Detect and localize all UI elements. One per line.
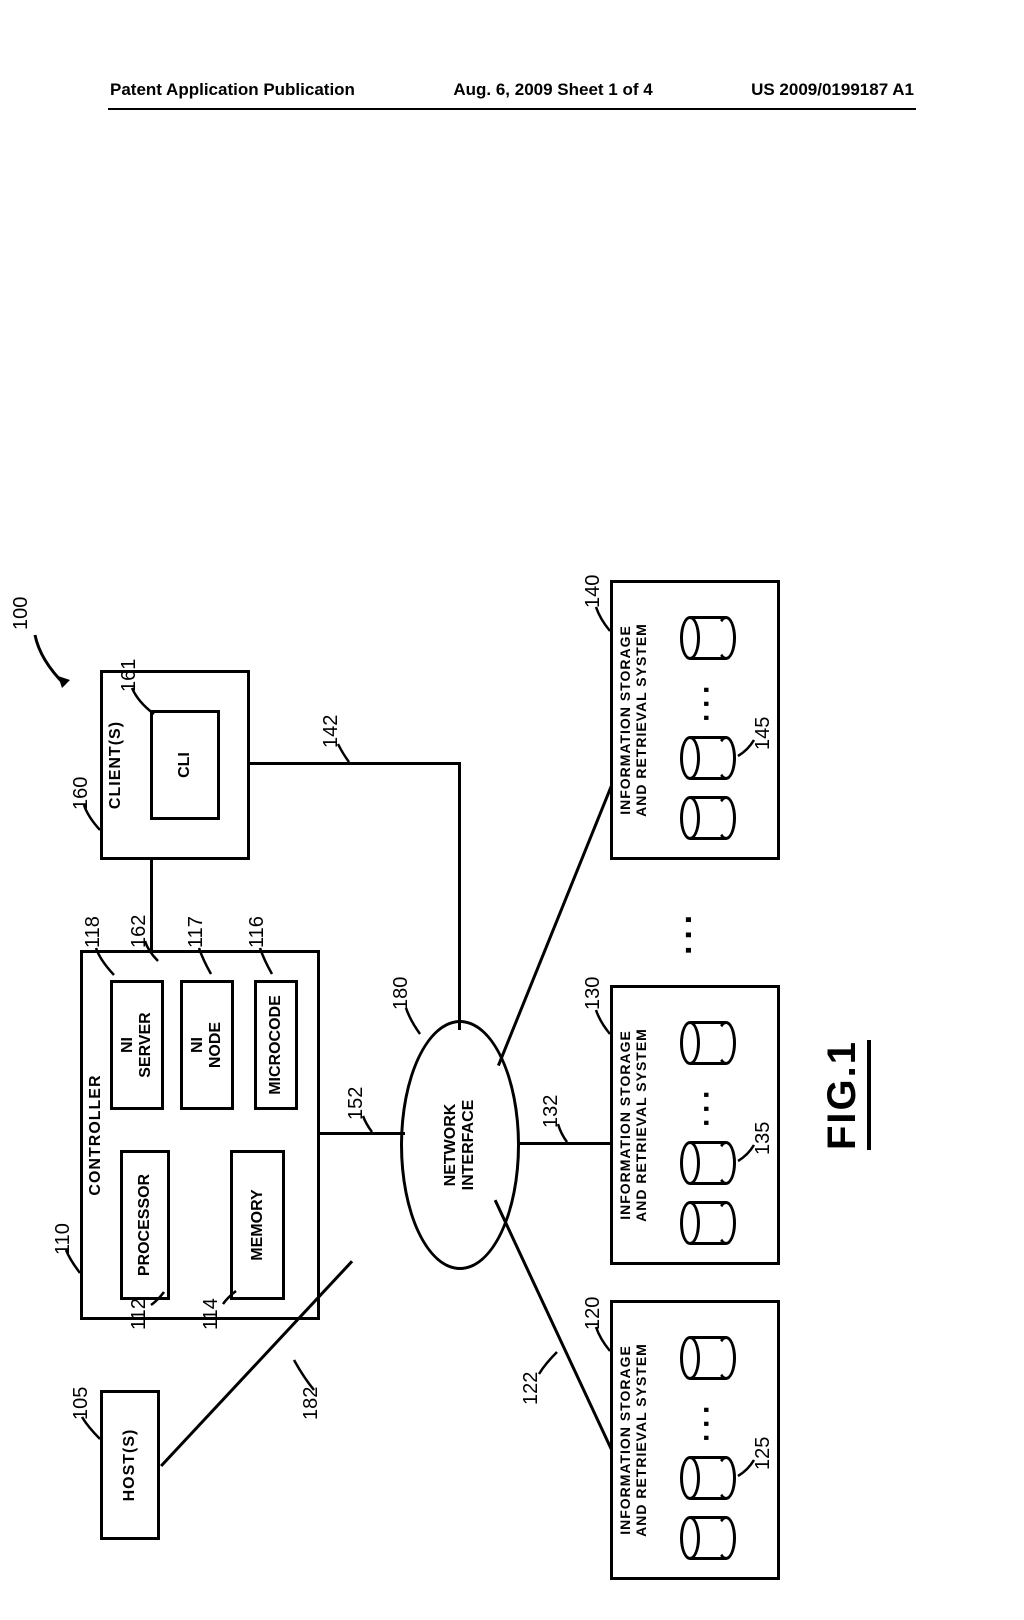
header-right: US 2009/0199187 A1 <box>751 80 914 100</box>
storage-140-cyl-2 <box>680 736 736 780</box>
ref-132-lead <box>555 1120 571 1146</box>
ref-117-lead <box>195 942 215 978</box>
link-142-h <box>458 762 461 1030</box>
storage-120-cyl-3 <box>680 1336 736 1380</box>
ni-node-box: NI NODE <box>180 980 234 1110</box>
ref-140-lead <box>592 601 614 635</box>
ref-180-lead <box>402 1002 424 1038</box>
ref-112-lead <box>148 1288 168 1308</box>
ref-160-lead <box>80 799 104 835</box>
ref-130-lead <box>592 1004 614 1038</box>
ref-145-lead <box>734 732 756 760</box>
ref-118-lead <box>92 942 118 980</box>
storage-120-label: INFORMATION STORAGE AND RETRIEVAL SYSTEM <box>613 1303 649 1577</box>
ref-135-lead <box>734 1137 756 1165</box>
storage-mid-dots: ··· <box>670 909 709 955</box>
figure-canvas-wrap: 100 HOST(S) 105 CONTROLLER 110 PROCESSOR… <box>50 160 970 1240</box>
storage-120-dots: ··· <box>690 1400 724 1442</box>
network-interface-label: NETWORK INTERFACE <box>442 1100 477 1191</box>
processor-label: PROCESSOR <box>136 1174 154 1276</box>
ni-node-label: NI NODE <box>189 1022 224 1068</box>
memory-label: MEMORY <box>249 1189 267 1260</box>
header-rule <box>108 108 916 110</box>
ref-100: 100 <box>10 597 33 630</box>
host-label: HOST(S) <box>121 1429 139 1502</box>
ref-182-lead <box>290 1354 320 1394</box>
ref-116-lead <box>256 942 276 978</box>
figure-canvas: 100 HOST(S) 105 CONTROLLER 110 PROCESSOR… <box>0 540 890 1620</box>
storage-130-cyl-2 <box>680 1141 736 1185</box>
memory-box: MEMORY <box>230 1150 285 1300</box>
header-left: Patent Application Publication <box>110 80 355 100</box>
controller-label: CONTROLLER <box>83 953 105 1317</box>
microcode-label: MICROCODE <box>267 995 285 1095</box>
header-center: Aug. 6, 2009 Sheet 1 of 4 <box>453 80 652 100</box>
microcode-box: MICROCODE <box>254 980 298 1110</box>
storage-130-label: INFORMATION STORAGE AND RETRIEVAL SYSTEM <box>613 988 649 1262</box>
storage-140-cyl-1 <box>680 796 736 840</box>
storage-120-cyl-1 <box>680 1516 736 1560</box>
ref-125-lead <box>734 1452 756 1480</box>
ref-161-lead <box>128 682 158 718</box>
processor-box: PROCESSOR <box>120 1150 170 1300</box>
cli-label: CLI <box>176 752 194 778</box>
ref-120-lead <box>592 1321 614 1355</box>
storage-140-cyl-3 <box>680 616 736 660</box>
ni-server-box: NI SERVER <box>110 980 164 1110</box>
page-header: Patent Application Publication Aug. 6, 2… <box>0 80 1024 100</box>
storage-130-cyl-3 <box>680 1021 736 1065</box>
storage-120-cyl-2 <box>680 1456 736 1500</box>
storage-130-dots: ··· <box>690 1085 724 1127</box>
ref-110-lead <box>62 1242 84 1278</box>
figure-label: FIG.1 <box>820 1040 871 1150</box>
cli-box: CLI <box>150 710 220 820</box>
link-162 <box>150 860 153 950</box>
client-label: CLIENT(S) <box>103 673 125 857</box>
ref-105-lead <box>78 1405 104 1445</box>
host-box: HOST(S) <box>100 1390 160 1540</box>
storage-140-label: INFORMATION STORAGE AND RETRIEVAL SYSTEM <box>613 583 649 857</box>
storage-130-cyl-1 <box>680 1201 736 1245</box>
ref-100-arrow <box>30 630 70 690</box>
ref-142-lead <box>335 740 353 766</box>
ref-152-lead <box>360 1112 376 1136</box>
ni-server-label: NI SERVER <box>119 1012 154 1078</box>
link-142-v <box>250 762 460 765</box>
ref-122-lead <box>535 1348 561 1378</box>
storage-140-dots: ··· <box>690 680 724 722</box>
